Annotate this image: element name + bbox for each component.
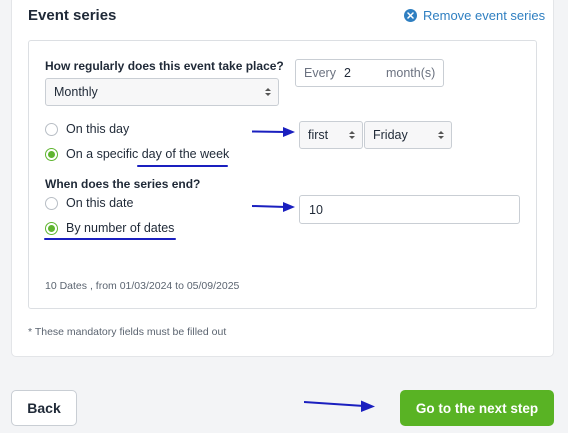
select-arrows-icon — [438, 131, 444, 139]
interval-prefix: Every — [304, 66, 336, 80]
specific-prefix-text: On a specific — [66, 147, 142, 161]
select-arrows-icon — [349, 131, 355, 139]
interval-field[interactable]: Every 2 month(s) — [295, 59, 444, 87]
radio-by-number-label: By number of dates — [66, 221, 175, 235]
radio-on-this-day-label: On this day — [66, 122, 130, 136]
ordinal-select-value: first — [308, 128, 329, 142]
back-button[interactable]: Back — [11, 390, 77, 426]
radio-button[interactable] — [45, 122, 58, 136]
remove-event-series-label: Remove event series — [423, 7, 546, 23]
series-summary: 10 Dates , from 01/03/2024 to 05/09/2025 — [45, 280, 240, 292]
weekday-select[interactable]: Friday — [364, 121, 452, 149]
next-step-button[interactable]: Go to the next step — [400, 390, 554, 426]
radio-button[interactable] — [45, 196, 58, 210]
interval-value[interactable]: 2 — [344, 66, 380, 80]
close-circle-icon — [404, 8, 417, 22]
arrow-right-icon — [304, 400, 375, 412]
section-title: Event series — [28, 7, 117, 24]
frequency-select-value: Monthly — [54, 85, 98, 99]
series-end-question: When does the series end? — [45, 177, 201, 191]
ordinal-select[interactable]: first — [299, 121, 363, 149]
radio-button-checked[interactable] — [45, 147, 58, 161]
mandatory-footnote: * These mandatory fields must be filled … — [28, 326, 227, 338]
radio-specific-weekday-label: On a specific day of the week — [66, 147, 229, 161]
remove-event-series-link[interactable]: Remove event series — [404, 7, 545, 23]
frequency-question: How regularly does this event take place… — [45, 59, 284, 73]
specific-highlight-text: day of the week — [141, 147, 230, 161]
annotation-underline — [137, 165, 228, 167]
radio-on-this-date[interactable]: On this date — [45, 196, 133, 210]
number-of-dates-input[interactable]: 10 — [299, 195, 520, 224]
radio-button-checked[interactable] — [45, 221, 58, 235]
radio-on-this-date-label: On this date — [66, 196, 134, 210]
frequency-select[interactable]: Monthly — [45, 78, 279, 106]
annotation-underline — [44, 238, 176, 240]
radio-specific-weekday[interactable]: On a specific day of the week — [45, 147, 229, 161]
radio-on-this-day[interactable]: On this day — [45, 122, 129, 136]
arrow-right-icon — [252, 127, 295, 137]
weekday-select-value: Friday — [373, 128, 408, 142]
arrow-right-icon — [252, 202, 295, 212]
interval-unit: month(s) — [385, 66, 436, 80]
radio-by-number-of-dates[interactable]: By number of dates — [45, 221, 174, 235]
select-arrows-icon — [265, 88, 271, 96]
